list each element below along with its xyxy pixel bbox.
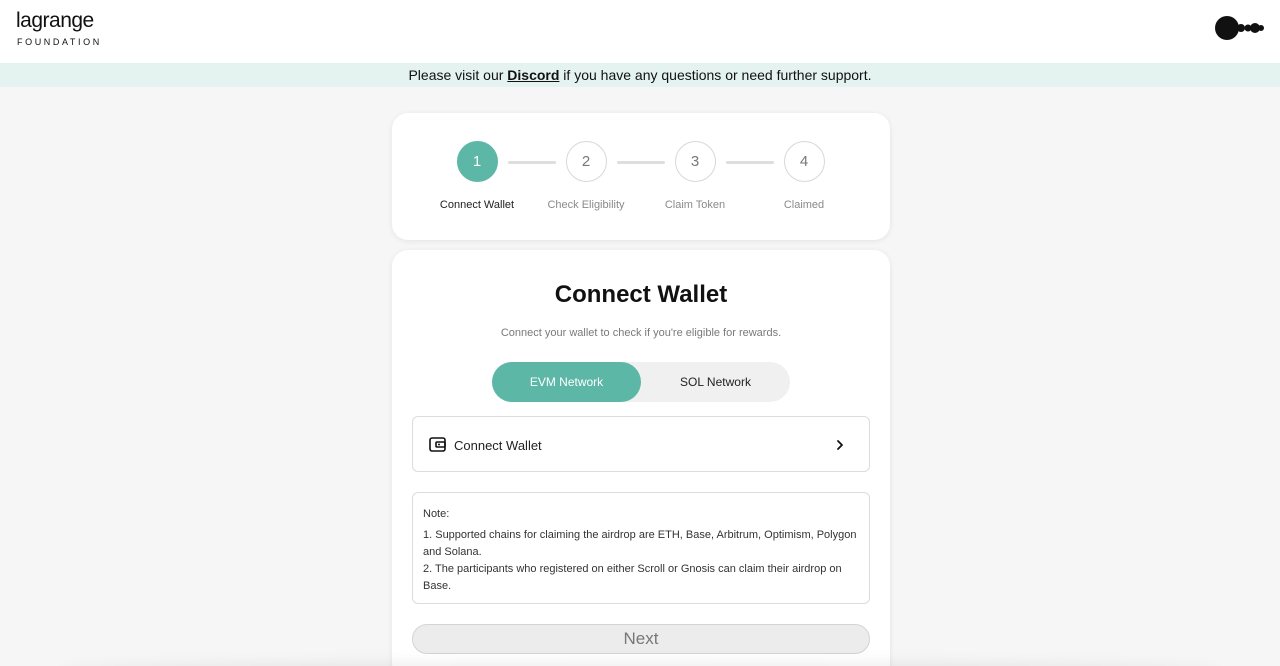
page-shadow (60, 660, 1220, 666)
steps-card: 1 Connect Wallet 2 Check Eligibility 3 C… (392, 113, 890, 240)
note-line: 1. Supported chains for claiming the air… (423, 529, 857, 558)
banner-prefix: Please visit our (408, 67, 508, 83)
next-button[interactable]: Next (412, 624, 870, 654)
step-number: 2 (565, 141, 607, 182)
logo-wordmark: lagrange (16, 9, 94, 32)
chevron-right-icon (837, 440, 843, 450)
note-box: Note: 1. Supported chains for claiming t… (412, 492, 870, 604)
connect-wallet-button[interactable]: Connect Wallet (412, 416, 870, 472)
step-claim-token: 3 Claim Token (635, 141, 755, 211)
note-title: Note: (423, 508, 450, 520)
connect-wallet-card: Connect Wallet Connect your wallet to ch… (392, 250, 890, 666)
note-line: 2. The participants who registered on ei… (423, 563, 842, 592)
step-label: Claimed (783, 199, 825, 211)
logo[interactable]: lagrange FOUNDATION (16, 9, 102, 48)
discord-link[interactable]: Discord (507, 67, 559, 83)
step-check-eligibility: 2 Check Eligibility (526, 141, 646, 211)
page-subtitle: Connect your wallet to check if you're e… (500, 327, 782, 339)
step-claimed: 4 Claimed (744, 141, 864, 211)
step-number: 1 (456, 141, 498, 182)
step-number: 3 (674, 141, 716, 182)
wallet-icon (429, 437, 446, 452)
support-banner: Please visit our Discord if you have any… (0, 63, 1280, 87)
step-label: Connect Wallet (439, 199, 515, 211)
header: lagrange FOUNDATION (0, 0, 1280, 63)
banner-suffix: if you have any questions or need furthe… (559, 67, 872, 83)
evm-network-tab[interactable]: EVM Network (492, 362, 641, 402)
step-label: Claim Token (664, 199, 726, 211)
step-number: 4 (783, 141, 825, 182)
lagrange-mark-icon (1215, 16, 1264, 40)
logo-subtitle: FOUNDATION (17, 37, 102, 47)
connect-wallet-label: Connect Wallet (454, 438, 542, 453)
network-toggle: EVM Network SOL Network (492, 362, 790, 402)
page-title: Connect Wallet (554, 281, 728, 308)
step-connect-wallet: 1 Connect Wallet (417, 141, 537, 211)
sol-network-tab[interactable]: SOL Network (641, 362, 790, 402)
step-label: Check Eligibility (547, 199, 625, 211)
